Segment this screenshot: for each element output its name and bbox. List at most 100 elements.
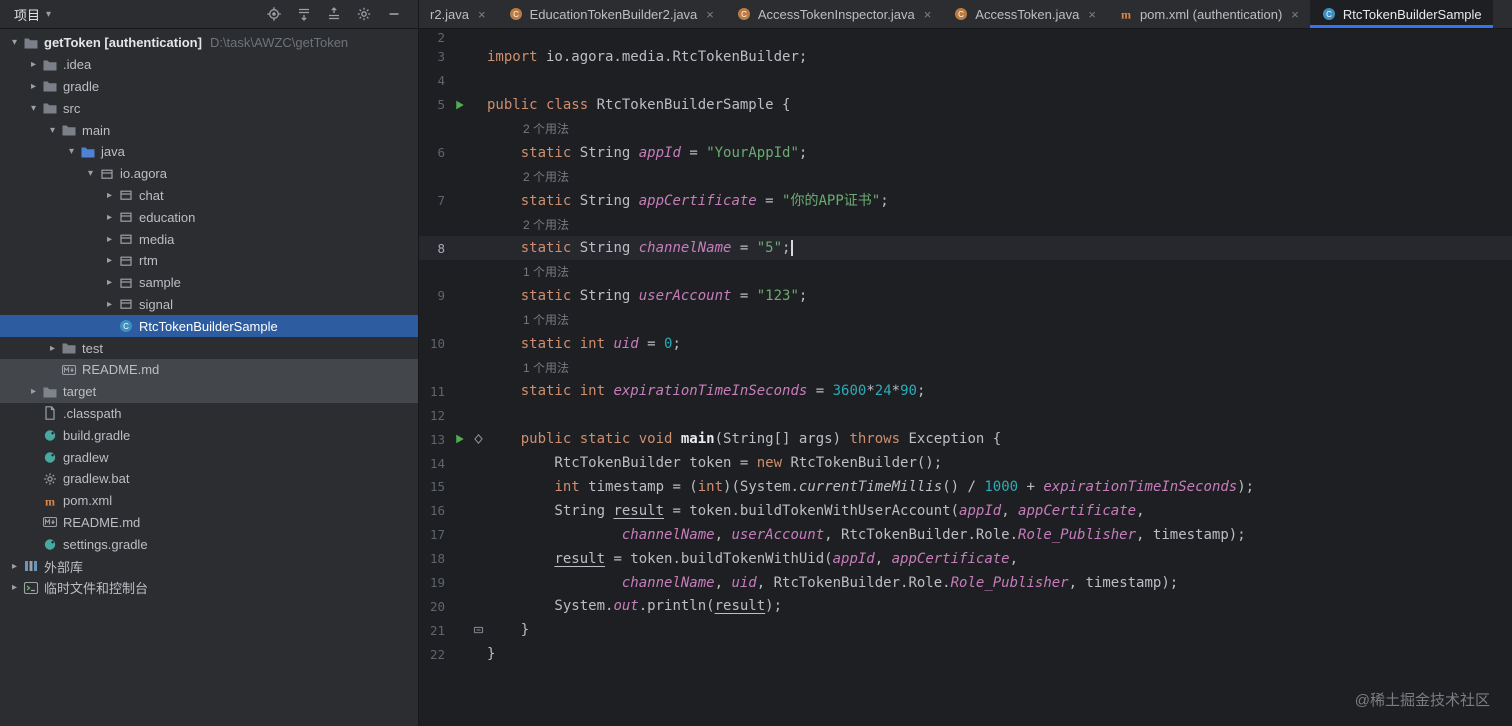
editor-gutter[interactable]: 21 [419, 618, 485, 642]
tree-item-io.agora[interactable]: ▾ io.agora [0, 163, 418, 185]
tab-RtcTokenBuilderSample[interactable]: C RtcTokenBuilderSample [1309, 0, 1493, 28]
hide-panel-icon[interactable] [386, 6, 402, 22]
editor-gutter[interactable]: 18 [419, 547, 485, 571]
editor-gutter[interactable]: 3 [419, 45, 485, 69]
expand-all-icon[interactable] [296, 6, 312, 22]
editor-gutter[interactable]: 7 [419, 188, 485, 212]
editor-gutter[interactable]: 9 [419, 284, 485, 308]
chevron-right-icon[interactable]: ▸ [101, 190, 118, 201]
code-line[interactable]: 14 RtcTokenBuilder token = new RtcTokenB… [419, 451, 1512, 475]
tree-item-java[interactable]: ▾ java [0, 141, 418, 163]
editor-gutter[interactable]: 4 [419, 69, 485, 93]
editor-gutter[interactable] [419, 117, 485, 141]
chevron-right-icon[interactable]: ▸ [6, 561, 23, 572]
tree-item-sample[interactable]: ▸ sample [0, 272, 418, 294]
locate-icon[interactable] [266, 6, 282, 22]
chevron-right-icon[interactable]: ▸ [44, 343, 61, 354]
editor-gutter[interactable]: 22 [419, 642, 485, 666]
tree-item-README.md[interactable]: README.md [0, 512, 418, 534]
code-line[interactable]: 4 [419, 69, 1512, 93]
tab-r2.java[interactable]: r2.java × [419, 0, 497, 28]
code-line[interactable]: 5 public class RtcTokenBuilderSample { [419, 93, 1512, 117]
chevron-right-icon[interactable]: ▸ [101, 234, 118, 245]
editor-gutter[interactable]: 13 [419, 427, 485, 451]
fold-icon[interactable] [472, 624, 485, 637]
tree-item-education[interactable]: ▸ education [0, 206, 418, 228]
chevron-down-icon[interactable]: ▾ [25, 103, 42, 114]
tree-item-临时文件和控制台[interactable]: ▸ 临时文件和控制台 [0, 577, 418, 599]
chevron-right-icon[interactable]: ▸ [25, 59, 42, 70]
inlay-hint-row[interactable]: 1 个用法 [419, 260, 1512, 284]
tree-item-signal[interactable]: ▸ signal [0, 294, 418, 316]
inlay-hint-row[interactable]: 2 个用法 [419, 117, 1512, 141]
usage-count-inlay[interactable]: 1 个用法 [487, 265, 569, 279]
inlay-hint-row[interactable]: 2 个用法 [419, 164, 1512, 188]
tab-close-icon[interactable]: × [924, 7, 932, 22]
tree-item-README.md[interactable]: README.md [0, 358, 418, 381]
tab-close-icon[interactable]: × [1291, 7, 1299, 22]
tree-item-chat[interactable]: ▸ chat [0, 185, 418, 207]
editor-gutter[interactable]: 19 [419, 571, 485, 595]
settings-icon[interactable] [356, 6, 372, 22]
chevron-down-icon[interactable]: ▾ [6, 37, 23, 48]
code-line[interactable]: 19 channelName, uid, RtcTokenBuilder.Rol… [419, 571, 1512, 595]
code-line[interactable]: 20 System.out.println(result); [419, 594, 1512, 618]
run-icon[interactable] [453, 98, 466, 111]
tree-item-src[interactable]: ▾ src [0, 97, 418, 119]
tree-item-media[interactable]: ▸ media [0, 228, 418, 250]
editor-gutter[interactable]: 6 [419, 141, 485, 165]
chevron-right-icon[interactable]: ▸ [25, 386, 42, 397]
chevron-right-icon[interactable]: ▸ [101, 212, 118, 223]
editor-gutter[interactable]: 10 [419, 332, 485, 356]
tree-item-getToken-authentication-[interactable]: ▾ getToken [authentication] D:\task\AWZC\g… [0, 32, 418, 54]
editor-gutter[interactable]: 8 [419, 236, 485, 260]
inlay-hint-row[interactable]: 1 个用法 [419, 356, 1512, 380]
project-view-dropdown[interactable]: 项目 ▾ [14, 5, 51, 24]
tab-close-icon[interactable]: × [478, 7, 486, 22]
code-line[interactable]: 21 } [419, 618, 1512, 642]
editor-gutter[interactable]: 15 [419, 475, 485, 499]
code-line[interactable]: 15 int timestamp = (int)(System.currentT… [419, 475, 1512, 499]
tab-close-icon[interactable]: × [1088, 7, 1096, 22]
code-line[interactable]: 7 static String appCertificate = "你的APP证… [419, 188, 1512, 212]
tab-close-icon[interactable]: × [706, 7, 714, 22]
code-line[interactable]: 13 public static void main(String[] args… [419, 427, 1512, 451]
tree-item-gradlew.bat[interactable]: gradlew.bat [0, 468, 418, 490]
tree-item-main[interactable]: ▾ main [0, 119, 418, 141]
tree-item-settings.gradle[interactable]: settings.gradle [0, 533, 418, 555]
editor-gutter[interactable] [419, 308, 485, 332]
code-line[interactable]: 22} [419, 642, 1512, 666]
code-line[interactable]: 17 channelName, userAccount, RtcTokenBui… [419, 523, 1512, 547]
tree-item-RtcTokenBuilderSample[interactable]: C RtcTokenBuilderSample [0, 315, 418, 338]
collapse-all-icon[interactable] [326, 6, 342, 22]
chevron-right-icon[interactable]: ▸ [25, 81, 42, 92]
tree-item-.classpath[interactable]: .classpath [0, 403, 418, 425]
code-line[interactable]: 3 import io.agora.media.RtcTokenBuilder; [419, 45, 1512, 69]
chevron-right-icon[interactable]: ▸ [101, 277, 118, 288]
editor-gutter[interactable]: 14 [419, 451, 485, 475]
editor-gutter[interactable]: 11 [419, 379, 485, 403]
usage-count-inlay[interactable]: 2 个用法 [487, 122, 569, 136]
editor-gutter[interactable]: 5 [419, 93, 485, 117]
editor-gutter[interactable] [419, 164, 485, 188]
chevron-down-icon[interactable]: ▾ [63, 146, 80, 157]
code-line[interactable]: 10 static int uid = 0; [419, 332, 1512, 356]
chevron-down-icon[interactable]: ▾ [44, 125, 61, 136]
editor-gutter[interactable]: 17 [419, 523, 485, 547]
tab-pom.xml-authentication-[interactable]: m pom.xml (authentication) × [1107, 0, 1310, 28]
tree-item-build.gradle[interactable]: build.gradle [0, 424, 418, 446]
tree-item-target[interactable]: ▸ target [0, 380, 418, 403]
code-line[interactable]: 18 result = token.buildTokenWithUid(appI… [419, 547, 1512, 571]
tree-item-rtm[interactable]: ▸ rtm [0, 250, 418, 272]
inlay-hint-row[interactable]: 1 个用法 [419, 308, 1512, 332]
code-line[interactable]: 9 static String userAccount = "123"; [419, 284, 1512, 308]
tree-item-gradle[interactable]: ▸ gradle [0, 76, 418, 98]
code-editor[interactable]: 2 3 import io.agora.media.RtcTokenBuilder;… [419, 29, 1512, 726]
editor-gutter[interactable] [419, 212, 485, 236]
tree-item-.idea[interactable]: ▸ .idea [0, 54, 418, 76]
editor-gutter[interactable]: 12 [419, 403, 485, 427]
code-line[interactable]: 12 [419, 403, 1512, 427]
editor-gutter[interactable]: 16 [419, 499, 485, 523]
editor-gutter[interactable] [419, 260, 485, 284]
tab-AccessToken.java[interactable]: C AccessToken.java × [942, 0, 1107, 28]
